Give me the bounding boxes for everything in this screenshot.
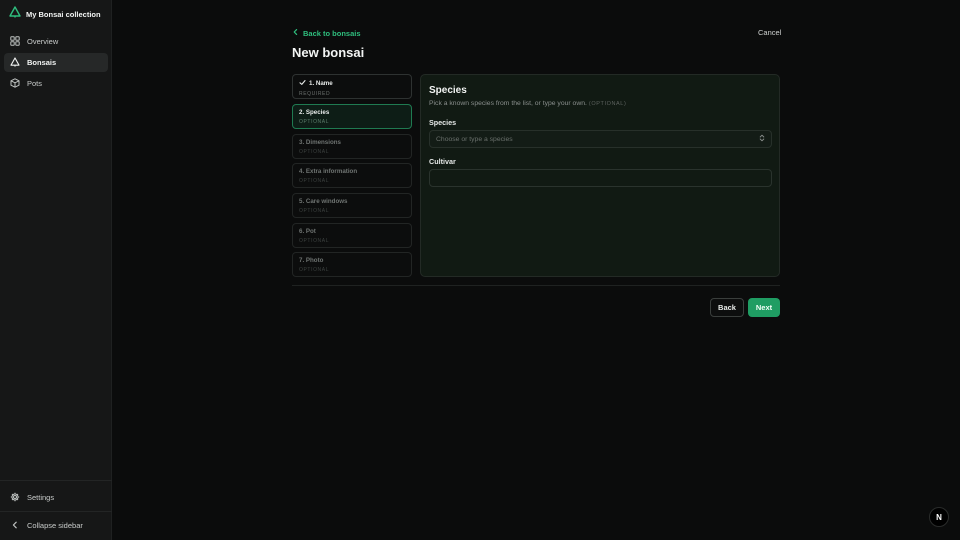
step-status: OPTIONAL xyxy=(299,238,330,244)
optional-tag: (OPTIONAL) xyxy=(588,101,627,107)
panel-title: Species xyxy=(429,85,467,96)
collapse-sidebar-button[interactable]: Collapse sidebar xyxy=(4,516,108,535)
sidebar-item-label: Collapse sidebar xyxy=(27,521,83,530)
step-title: 6. Pot xyxy=(299,228,316,235)
sidebar-divider xyxy=(0,480,112,481)
step-title: 2. Species xyxy=(299,109,330,116)
back-link-label: Back to bonsais xyxy=(303,28,361,38)
chevron-left-icon xyxy=(10,520,20,532)
next-button[interactable]: Next xyxy=(748,298,780,317)
check-icon xyxy=(299,79,306,88)
tree-logo-icon xyxy=(9,5,21,23)
step-dimensions[interactable]: 3. Dimensions OPTIONAL xyxy=(292,134,412,159)
sidebar-item-bonsais[interactable]: Bonsais xyxy=(4,53,108,72)
step-title: 7. Photo xyxy=(299,257,324,264)
cancel-button[interactable]: Cancel xyxy=(758,28,781,37)
step-extra-information[interactable]: 4. Extra information OPTIONAL xyxy=(292,163,412,188)
species-label: Species xyxy=(429,118,457,127)
species-panel: Species Pick a known species from the li… xyxy=(420,74,780,277)
dev-tools-badge[interactable]: N xyxy=(929,507,949,527)
gear-icon xyxy=(10,492,20,504)
step-status: OPTIONAL xyxy=(299,208,330,214)
species-select[interactable]: Choose or type a species xyxy=(429,130,772,148)
step-name[interactable]: 1. Name REQUIRED xyxy=(292,74,412,99)
grid-icon xyxy=(10,35,20,48)
chevron-updown-icon xyxy=(759,134,765,144)
species-placeholder: Choose or type a species xyxy=(436,135,513,143)
step-title: 3. Dimensions xyxy=(299,139,341,146)
brand[interactable]: My Bonsai collection xyxy=(9,5,101,23)
step-status: OPTIONAL xyxy=(299,119,330,125)
sidebar-item-settings[interactable]: Settings xyxy=(4,488,108,507)
sidebar-item-label: Bonsais xyxy=(27,58,57,67)
form-divider xyxy=(292,285,780,286)
step-care-windows[interactable]: 5. Care windows OPTIONAL xyxy=(292,193,412,218)
panel-description: Pick a known species from the list, or t… xyxy=(429,100,626,107)
step-status: OPTIONAL xyxy=(299,178,330,184)
panel-description-text: Pick a known species from the list, or t… xyxy=(429,100,587,107)
step-status: REQUIRED xyxy=(299,91,331,97)
step-species[interactable]: 2. Species OPTIONAL xyxy=(292,104,412,129)
sidebar-item-label: Pots xyxy=(27,79,43,88)
step-title: 1. Name xyxy=(309,80,333,87)
chevron-left-icon xyxy=(292,28,299,38)
back-to-bonsais-link[interactable]: Back to bonsais xyxy=(292,27,361,39)
step-title: 5. Care windows xyxy=(299,198,348,205)
step-title: 4. Extra information xyxy=(299,168,358,175)
box-icon xyxy=(10,77,20,90)
sidebar-item-label: Settings xyxy=(27,493,55,502)
sidebar: My Bonsai collection Overview Bonsais Po… xyxy=(0,0,112,540)
step-pot[interactable]: 6. Pot OPTIONAL xyxy=(292,223,412,248)
step-status: OPTIONAL xyxy=(299,267,330,273)
cultivar-label: Cultivar xyxy=(429,157,456,166)
back-button[interactable]: Back xyxy=(710,298,744,317)
tree-icon xyxy=(10,56,20,69)
sidebar-item-overview[interactable]: Overview xyxy=(4,32,108,51)
step-status: OPTIONAL xyxy=(299,149,330,155)
page-title: New bonsai xyxy=(292,45,365,60)
sidebar-item-pots[interactable]: Pots xyxy=(4,74,108,93)
step-photo[interactable]: 7. Photo OPTIONAL xyxy=(292,252,412,277)
cultivar-input[interactable] xyxy=(429,169,772,187)
sidebar-divider xyxy=(0,511,112,512)
sidebar-item-label: Overview xyxy=(27,37,59,46)
brand-name: My Bonsai collection xyxy=(26,9,101,19)
